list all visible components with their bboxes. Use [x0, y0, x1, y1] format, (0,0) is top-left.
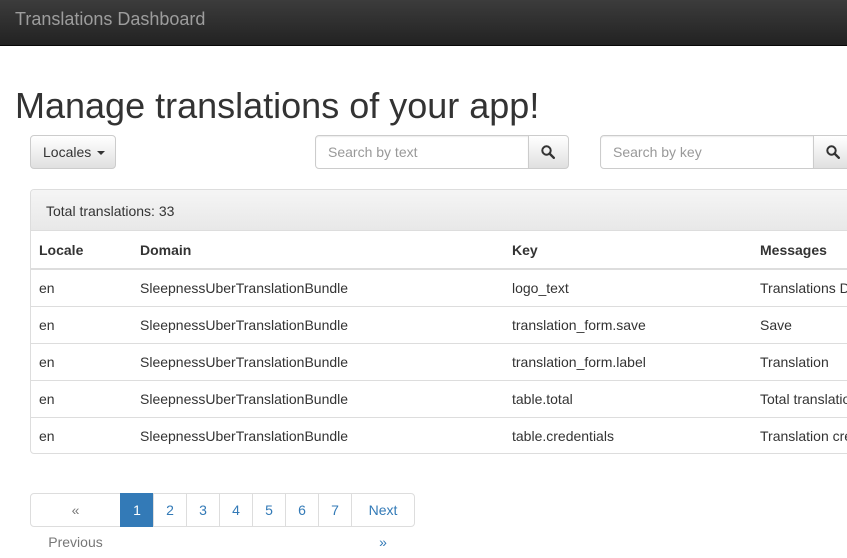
table-row[interactable]: en SleepnessUberTranslationBundle transl…: [31, 306, 847, 344]
page-link-5[interactable]: 5: [252, 493, 286, 527]
app-brand[interactable]: Translations Dashboard: [15, 9, 205, 29]
table-header-row: Locale Domain Key Messages: [31, 231, 847, 270]
caret-down-icon: [97, 151, 105, 155]
column-header-locale: Locale: [31, 231, 132, 270]
pagination-previous[interactable]: « Previous: [30, 493, 121, 550]
translations-panel: Total translations: 33 Locale Domain Key…: [30, 189, 847, 454]
cell-message[interactable]: Translation cre: [752, 417, 847, 453]
total-translations: Total translations: 33: [46, 203, 175, 219]
cell-key: translation_form.save: [504, 306, 752, 344]
table-row[interactable]: en SleepnessUberTranslationBundle transl…: [31, 343, 847, 381]
search-by-key-input[interactable]: [600, 135, 814, 169]
page-link-2[interactable]: 2: [153, 493, 187, 527]
cell-message[interactable]: Translation: [752, 343, 847, 381]
cell-locale: en: [31, 380, 132, 418]
search-by-text-input[interactable]: [315, 135, 529, 169]
column-header-key: Key: [504, 231, 752, 270]
cell-message[interactable]: Translations D: [752, 268, 847, 307]
pagination-next[interactable]: Next »: [351, 493, 415, 550]
page-title: Manage translations of your app!: [15, 85, 540, 126]
cell-domain: SleepnessUberTranslationBundle: [132, 380, 504, 418]
cell-locale: en: [31, 306, 132, 344]
page-link-7[interactable]: 7: [318, 493, 352, 527]
cell-key: logo_text: [504, 268, 752, 307]
pagination: « Previous 1 2 3 4 5 6 7 Next »: [30, 493, 415, 550]
cell-key: translation_form.label: [504, 343, 752, 381]
search-key-button[interactable]: [813, 135, 847, 169]
table-row[interactable]: en SleepnessUberTranslationBundle table.…: [31, 380, 847, 418]
cell-message[interactable]: Total translatio: [752, 380, 847, 418]
cell-locale: en: [31, 268, 132, 307]
cell-locale: en: [31, 343, 132, 381]
search-text-button[interactable]: [528, 135, 569, 169]
page-link-3[interactable]: 3: [186, 493, 220, 527]
top-navbar: Translations Dashboard: [0, 0, 847, 46]
cell-domain: SleepnessUberTranslationBundle: [132, 417, 504, 453]
cell-domain: SleepnessUberTranslationBundle: [132, 268, 504, 307]
column-header-messages: Messages: [752, 231, 847, 270]
table-row[interactable]: en SleepnessUberTranslationBundle logo_t…: [31, 268, 847, 307]
locales-dropdown-button[interactable]: Locales: [30, 135, 116, 169]
page-link-4[interactable]: 4: [219, 493, 253, 527]
cell-message[interactable]: Save: [752, 306, 847, 344]
page-link-6[interactable]: 6: [285, 493, 319, 527]
panel-heading: Total translations: 33: [31, 190, 847, 231]
cell-domain: SleepnessUberTranslationBundle: [132, 343, 504, 381]
table-row[interactable]: en SleepnessUberTranslationBundle table.…: [31, 417, 847, 453]
locales-label: Locales: [43, 144, 92, 160]
cell-domain: SleepnessUberTranslationBundle: [132, 306, 504, 344]
cell-locale: en: [31, 417, 132, 453]
translations-table: Locale Domain Key Messages en SleepnessU…: [31, 231, 847, 453]
page-link-1[interactable]: 1: [120, 493, 154, 527]
column-header-domain: Domain: [132, 231, 504, 270]
cell-key: table.credentials: [504, 417, 752, 453]
search-icon: [826, 145, 840, 159]
cell-key: table.total: [504, 380, 752, 418]
search-icon: [541, 145, 555, 159]
